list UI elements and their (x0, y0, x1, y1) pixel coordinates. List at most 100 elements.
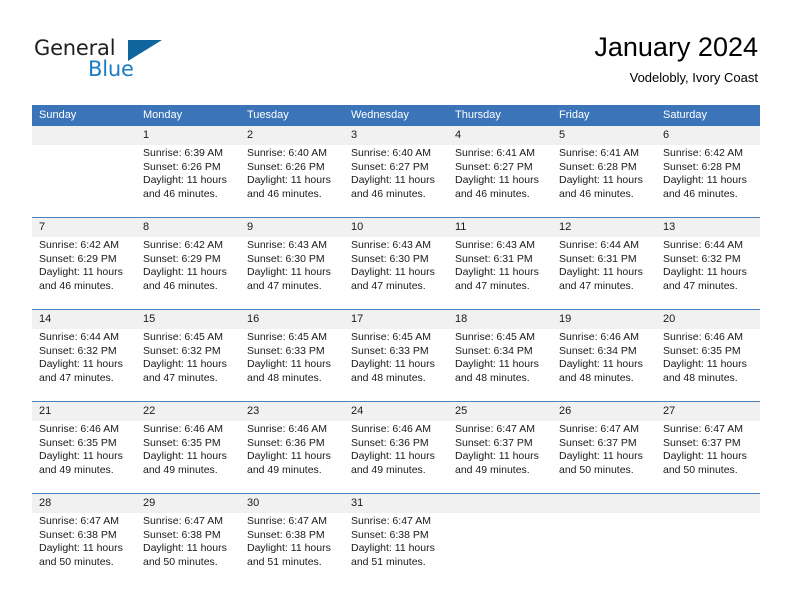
day-cell[interactable]: Sunrise: 6:47 AM Sunset: 6:37 PM Dayligh… (656, 421, 760, 493)
day-cell[interactable]: Sunrise: 6:44 AM Sunset: 6:32 PM Dayligh… (32, 329, 136, 401)
day-cell[interactable]: Sunrise: 6:43 AM Sunset: 6:30 PM Dayligh… (344, 237, 448, 309)
week-row-details: Sunrise: 6:46 AM Sunset: 6:35 PM Dayligh… (32, 421, 760, 493)
day-cell[interactable]: Sunrise: 6:41 AM Sunset: 6:28 PM Dayligh… (552, 145, 656, 217)
day-number[interactable]: 11 (448, 218, 552, 237)
day-cell[interactable]: Sunrise: 6:46 AM Sunset: 6:34 PM Dayligh… (552, 329, 656, 401)
day-cell[interactable]: Sunrise: 6:40 AM Sunset: 6:27 PM Dayligh… (344, 145, 448, 217)
day-cell[interactable]: Sunrise: 6:47 AM Sunset: 6:37 PM Dayligh… (448, 421, 552, 493)
day-number[interactable]: 9 (240, 218, 344, 237)
day-cell[interactable]: Sunrise: 6:47 AM Sunset: 6:38 PM Dayligh… (344, 513, 448, 585)
day-detail: Sunrise: 6:46 AM Sunset: 6:35 PM Dayligh… (39, 423, 123, 476)
week-row-details: Sunrise: 6:44 AM Sunset: 6:32 PM Dayligh… (32, 329, 760, 401)
day-detail: Sunrise: 6:44 AM Sunset: 6:32 PM Dayligh… (663, 239, 747, 292)
day-cell[interactable] (32, 145, 136, 217)
day-number[interactable]: 8 (136, 218, 240, 237)
day-number[interactable]: 22 (136, 402, 240, 421)
day-cell[interactable]: Sunrise: 6:47 AM Sunset: 6:38 PM Dayligh… (136, 513, 240, 585)
week-row-daynums: 14 15 16 17 18 19 20 (32, 310, 760, 329)
week-row-daynums: 28 29 30 31 (32, 494, 760, 513)
day-cell[interactable] (448, 513, 552, 585)
week-row-daynums: 1 2 3 4 5 6 (32, 126, 760, 145)
day-detail: Sunrise: 6:46 AM Sunset: 6:35 PM Dayligh… (143, 423, 227, 476)
day-detail: Sunrise: 6:47 AM Sunset: 6:37 PM Dayligh… (559, 423, 643, 476)
calendar-header-row: Sunday Monday Tuesday Wednesday Thursday… (32, 105, 760, 126)
day-cell[interactable]: Sunrise: 6:42 AM Sunset: 6:29 PM Dayligh… (32, 237, 136, 309)
day-number[interactable]: 5 (552, 126, 656, 145)
day-number[interactable]: 27 (656, 402, 760, 421)
day-detail: Sunrise: 6:46 AM Sunset: 6:35 PM Dayligh… (663, 331, 747, 384)
day-detail: Sunrise: 6:47 AM Sunset: 6:38 PM Dayligh… (351, 515, 435, 568)
day-number[interactable] (32, 126, 136, 145)
day-number[interactable]: 6 (656, 126, 760, 145)
day-number[interactable]: 25 (448, 402, 552, 421)
day-cell[interactable]: Sunrise: 6:43 AM Sunset: 6:31 PM Dayligh… (448, 237, 552, 309)
day-number[interactable]: 21 (32, 402, 136, 421)
day-number[interactable]: 14 (32, 310, 136, 329)
day-number[interactable]: 28 (32, 494, 136, 513)
day-cell[interactable]: Sunrise: 6:43 AM Sunset: 6:30 PM Dayligh… (240, 237, 344, 309)
day-cell[interactable]: Sunrise: 6:46 AM Sunset: 6:35 PM Dayligh… (32, 421, 136, 493)
calendar-page: General Blue January 2024 Vodelobly, Ivo… (0, 0, 792, 612)
day-cell[interactable]: Sunrise: 6:42 AM Sunset: 6:28 PM Dayligh… (656, 145, 760, 217)
day-number[interactable]: 13 (656, 218, 760, 237)
day-cell[interactable]: Sunrise: 6:46 AM Sunset: 6:35 PM Dayligh… (656, 329, 760, 401)
calendar-grid: Sunday Monday Tuesday Wednesday Thursday… (32, 105, 760, 585)
day-number[interactable]: 15 (136, 310, 240, 329)
day-number[interactable] (656, 494, 760, 513)
day-number[interactable] (552, 494, 656, 513)
day-detail: Sunrise: 6:47 AM Sunset: 6:37 PM Dayligh… (663, 423, 747, 476)
day-number[interactable]: 29 (136, 494, 240, 513)
day-number[interactable]: 16 (240, 310, 344, 329)
day-cell[interactable] (656, 513, 760, 585)
day-detail: Sunrise: 6:47 AM Sunset: 6:38 PM Dayligh… (39, 515, 123, 568)
day-detail: Sunrise: 6:43 AM Sunset: 6:30 PM Dayligh… (351, 239, 435, 292)
day-number[interactable]: 4 (448, 126, 552, 145)
day-cell[interactable]: Sunrise: 6:42 AM Sunset: 6:29 PM Dayligh… (136, 237, 240, 309)
day-detail: Sunrise: 6:47 AM Sunset: 6:38 PM Dayligh… (143, 515, 227, 568)
day-cell[interactable]: Sunrise: 6:45 AM Sunset: 6:34 PM Dayligh… (448, 329, 552, 401)
page-subtitle: Vodelobly, Ivory Coast (629, 70, 758, 85)
day-number[interactable]: 24 (344, 402, 448, 421)
day-cell[interactable]: Sunrise: 6:41 AM Sunset: 6:27 PM Dayligh… (448, 145, 552, 217)
day-number[interactable]: 17 (344, 310, 448, 329)
day-detail: Sunrise: 6:39 AM Sunset: 6:26 PM Dayligh… (143, 147, 227, 200)
day-cell[interactable]: Sunrise: 6:46 AM Sunset: 6:36 PM Dayligh… (344, 421, 448, 493)
day-number[interactable]: 31 (344, 494, 448, 513)
day-cell[interactable]: Sunrise: 6:40 AM Sunset: 6:26 PM Dayligh… (240, 145, 344, 217)
day-number[interactable]: 30 (240, 494, 344, 513)
day-number[interactable]: 10 (344, 218, 448, 237)
day-number[interactable]: 23 (240, 402, 344, 421)
day-detail: Sunrise: 6:42 AM Sunset: 6:29 PM Dayligh… (39, 239, 123, 292)
weekday-header-sunday: Sunday (32, 105, 136, 126)
day-cell[interactable]: Sunrise: 6:46 AM Sunset: 6:36 PM Dayligh… (240, 421, 344, 493)
day-cell[interactable]: Sunrise: 6:39 AM Sunset: 6:26 PM Dayligh… (136, 145, 240, 217)
day-cell[interactable]: Sunrise: 6:45 AM Sunset: 6:33 PM Dayligh… (344, 329, 448, 401)
day-number[interactable]: 7 (32, 218, 136, 237)
day-number[interactable]: 19 (552, 310, 656, 329)
day-cell[interactable]: Sunrise: 6:44 AM Sunset: 6:32 PM Dayligh… (656, 237, 760, 309)
day-number[interactable]: 2 (240, 126, 344, 145)
day-detail: Sunrise: 6:47 AM Sunset: 6:38 PM Dayligh… (247, 515, 331, 568)
day-number[interactable]: 1 (136, 126, 240, 145)
day-number[interactable]: 18 (448, 310, 552, 329)
day-cell[interactable]: Sunrise: 6:46 AM Sunset: 6:35 PM Dayligh… (136, 421, 240, 493)
day-cell[interactable]: Sunrise: 6:44 AM Sunset: 6:31 PM Dayligh… (552, 237, 656, 309)
day-cell[interactable]: Sunrise: 6:47 AM Sunset: 6:37 PM Dayligh… (552, 421, 656, 493)
day-detail: Sunrise: 6:41 AM Sunset: 6:27 PM Dayligh… (455, 147, 539, 200)
day-cell[interactable] (552, 513, 656, 585)
day-detail: Sunrise: 6:41 AM Sunset: 6:28 PM Dayligh… (559, 147, 643, 200)
weekday-header-friday: Friday (552, 105, 656, 126)
day-detail: Sunrise: 6:46 AM Sunset: 6:36 PM Dayligh… (351, 423, 435, 476)
day-number[interactable]: 12 (552, 218, 656, 237)
day-number[interactable]: 3 (344, 126, 448, 145)
day-cell[interactable]: Sunrise: 6:45 AM Sunset: 6:32 PM Dayligh… (136, 329, 240, 401)
day-cell[interactable]: Sunrise: 6:47 AM Sunset: 6:38 PM Dayligh… (240, 513, 344, 585)
day-cell[interactable]: Sunrise: 6:47 AM Sunset: 6:38 PM Dayligh… (32, 513, 136, 585)
page-title: January 2024 (594, 32, 758, 62)
day-number[interactable] (448, 494, 552, 513)
day-cell[interactable]: Sunrise: 6:45 AM Sunset: 6:33 PM Dayligh… (240, 329, 344, 401)
day-number[interactable]: 20 (656, 310, 760, 329)
page-header: General Blue January 2024 Vodelobly, Ivo… (0, 0, 792, 100)
day-number[interactable]: 26 (552, 402, 656, 421)
general-blue-logo[interactable]: General Blue (34, 36, 164, 84)
